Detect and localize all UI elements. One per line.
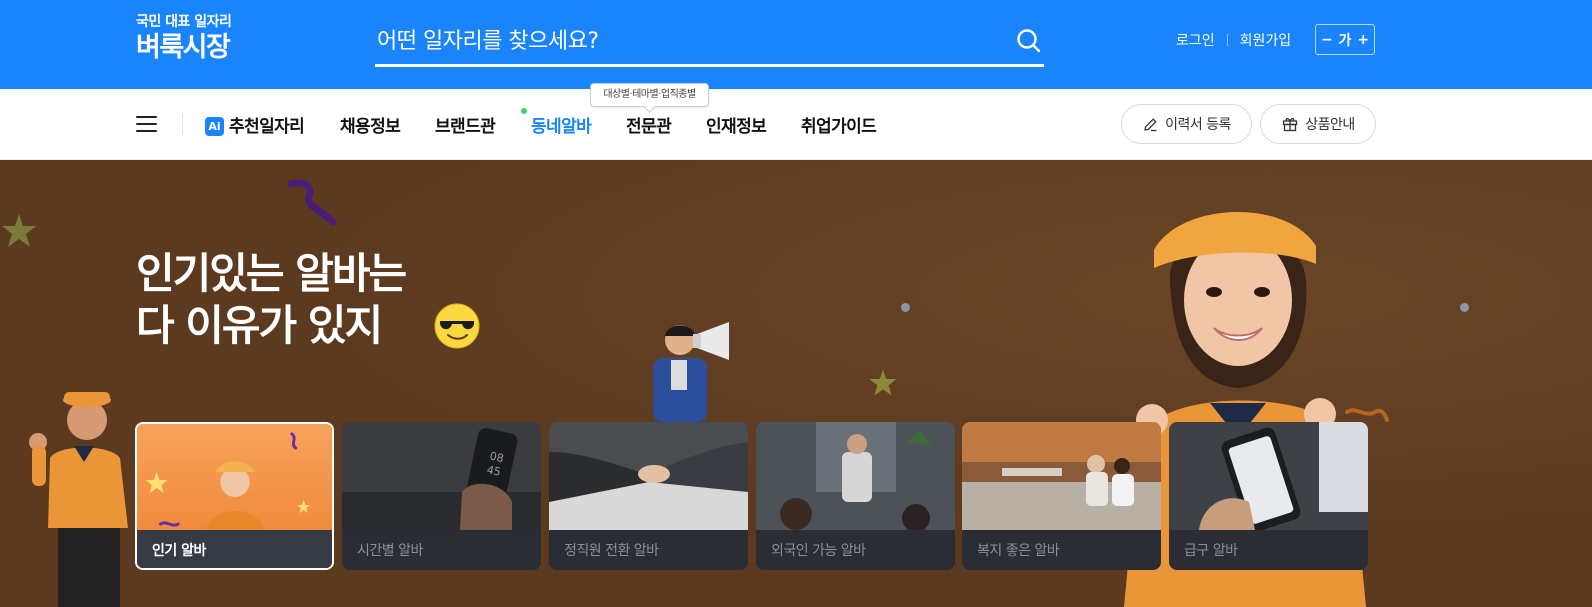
card-image xyxy=(962,422,1161,530)
category-card-foreigner-ok[interactable]: 외국인 가능 알바 xyxy=(756,422,955,570)
nav-item-talent[interactable]: 인재정보 xyxy=(706,112,767,137)
product-info-label: 상품안내 xyxy=(1305,117,1355,133)
card-label: 외국인 가능 알바 xyxy=(756,530,955,570)
nav-item-brands[interactable]: 브랜드관 xyxy=(435,112,496,137)
dot-decoration xyxy=(901,303,910,312)
font-decrease-button[interactable]: − xyxy=(1321,32,1333,48)
category-card-popular[interactable]: 인기 알바 xyxy=(135,422,334,570)
confetti-ribbon-icon xyxy=(287,180,337,226)
nav-item-recommended[interactable]: Ai 추천일자리 xyxy=(205,112,305,137)
nav-item-specialty[interactable]: 전문관 xyxy=(626,112,672,137)
star-icon xyxy=(2,214,36,247)
card-image xyxy=(137,424,332,532)
worker-illustration-left xyxy=(29,392,128,607)
nav-item-label: 추천일자리 xyxy=(229,117,305,137)
top-header: 국민 대표 일자리 벼룩시장 로그인 회원가입 − 가 + xyxy=(0,0,1592,89)
logo-title: 벼룩시장 xyxy=(136,32,231,63)
ai-icon: Ai xyxy=(205,117,224,136)
card-label: 인기 알바 xyxy=(137,530,332,568)
font-size-control: − 가 + xyxy=(1315,24,1375,55)
font-increase-button[interactable]: + xyxy=(1357,32,1369,48)
card-image xyxy=(549,422,748,530)
hero-title: 인기있는 알바는 다 이유가 있지 xyxy=(136,248,407,352)
hero-title-line1: 인기있는 알바는 xyxy=(136,249,407,298)
hero-banner: 인기있는 알바는 다 이유가 있지 인기 알바 08 45 시간별 알바 정직원… xyxy=(0,160,1592,607)
gift-icon xyxy=(1283,118,1298,132)
new-indicator-dot xyxy=(521,108,527,114)
nav-item-local-jobs[interactable]: 동네알바 xyxy=(531,112,592,137)
category-card-urgent[interactable]: 급구 알바 xyxy=(1169,422,1368,570)
main-nav: Ai 추천일자리 채용정보 브랜드관 동네알바 전문관 인재정보 취업가이드 이력… xyxy=(0,89,1592,160)
card-label: 정직원 전환 알바 xyxy=(549,530,748,570)
card-label: 시간별 알바 xyxy=(342,530,541,570)
font-size-label: 가 xyxy=(1338,32,1352,49)
nav-tooltip: 대상별·테마별·업직종별 xyxy=(590,83,709,107)
card-label: 복지 좋은 알바 xyxy=(962,530,1161,570)
pencil-icon xyxy=(1144,118,1157,131)
card-image: 08 45 xyxy=(342,422,541,530)
product-info-button[interactable]: 상품안내 xyxy=(1260,104,1376,144)
card-image xyxy=(756,422,955,530)
resume-register-button[interactable]: 이력서 등록 xyxy=(1121,104,1252,144)
search-bar xyxy=(375,20,1044,67)
star-icon xyxy=(869,369,897,396)
sunglasses-emoji-icon xyxy=(434,303,480,349)
divider xyxy=(1226,34,1228,46)
signup-link[interactable]: 회원가입 xyxy=(1240,30,1292,50)
search-icon[interactable] xyxy=(1014,26,1044,56)
resume-register-label: 이력서 등록 xyxy=(1165,117,1231,133)
nav-item-guide[interactable]: 취업가이드 xyxy=(801,112,877,137)
nav-item-jobs[interactable]: 채용정보 xyxy=(340,112,401,137)
category-card-hourly[interactable]: 08 45 시간별 알바 xyxy=(342,422,541,570)
logo-subtitle: 국민 대표 일자리 xyxy=(136,14,232,30)
card-label: 급구 알바 xyxy=(1169,530,1368,570)
nav-divider xyxy=(182,114,183,134)
category-card-full-time-transition[interactable]: 정직원 전환 알바 xyxy=(549,422,748,570)
menu-icon[interactable] xyxy=(136,116,157,133)
logo[interactable]: 국민 대표 일자리 벼룩시장 xyxy=(136,13,232,65)
dot-decoration xyxy=(1460,303,1469,312)
hero-title-line2: 다 이유가 있지 xyxy=(136,301,383,350)
category-card-good-benefits[interactable]: 복지 좋은 알바 xyxy=(962,422,1161,570)
login-link[interactable]: 로그인 xyxy=(1176,30,1215,50)
auth-links: 로그인 회원가입 xyxy=(1176,30,1291,50)
search-input[interactable] xyxy=(375,20,995,62)
card-image xyxy=(1169,422,1368,530)
person-megaphone-illustration xyxy=(653,322,729,422)
